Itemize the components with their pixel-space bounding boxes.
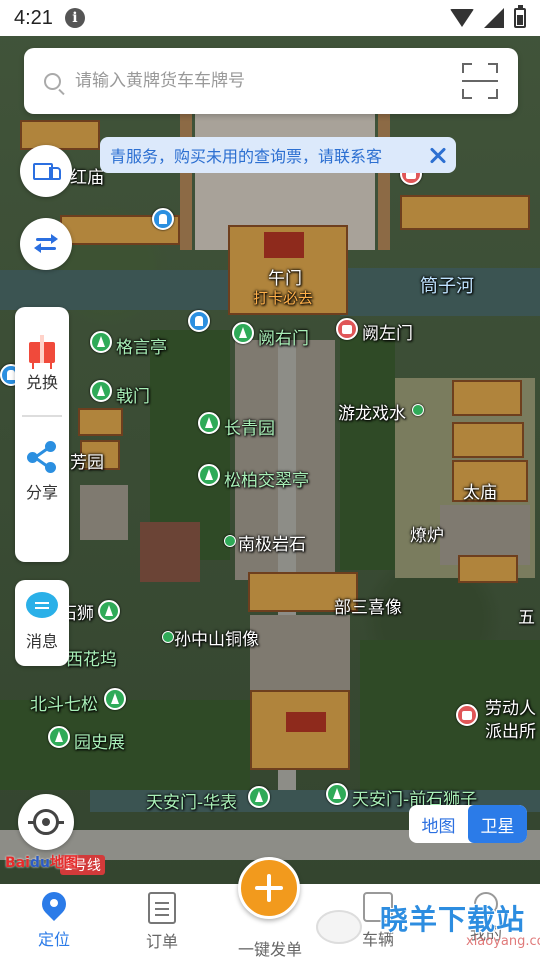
nav-label: 一键发单 [237,940,302,959]
map-label-daka[interactable]: 打卡必去 [253,287,313,308]
nav-label: 订单 [145,932,178,951]
satellite-mode-button[interactable]: 卫星 [468,805,527,843]
swap-icon [34,233,58,255]
gift-icon [27,333,57,363]
notice-text: 青服务，购买未用的查询票，请联系客 [110,147,383,166]
dispatch-button[interactable] [238,857,300,919]
map-label-changqingyuan[interactable]: 长青园 [224,414,275,439]
map-label-wumen[interactable]: 午门 [268,264,302,289]
document-icon [148,892,176,924]
scan-icon[interactable] [462,63,498,99]
map-label-queyoumen[interactable]: 阙右门 [258,324,309,349]
police-icon[interactable] [456,704,478,726]
plate-search-input[interactable] [75,71,462,91]
close-icon[interactable] [420,137,456,173]
locate-icon [28,809,64,835]
messages-label: 消息 [25,632,58,651]
tree-icon[interactable] [90,380,112,402]
map-label-yuanshizhan[interactable]: 园史展 [74,728,125,753]
poi-dot-icon[interactable] [162,631,174,643]
map-label-tiananmen-huabiao[interactable]: 天安门-华表 [146,788,237,813]
exchange-button[interactable]: 兑换 [26,333,58,393]
tree-icon[interactable] [98,600,120,622]
notice-banner[interactable]: 青服务，购买未用的查询票，请联系客 [100,137,456,173]
divider [22,415,62,417]
route-swap-button[interactable] [20,218,72,270]
location-pin-icon [41,892,67,922]
map-label-songbai[interactable]: 松柏交翠亭 [224,466,309,491]
map-label-hongmiao[interactable]: 红庙 [70,163,104,188]
toilet-icon[interactable] [188,310,210,332]
locate-button[interactable] [18,794,74,850]
tree-icon[interactable] [232,322,254,344]
tree-icon[interactable] [326,783,348,805]
poi-dot-icon[interactable] [224,535,236,547]
sheep-logo-icon [316,910,362,944]
tree-icon[interactable] [48,726,70,748]
share-button[interactable]: 分享 [26,441,58,503]
battery-icon [514,5,526,28]
search-icon [44,72,61,90]
satellite-map[interactable]: 午门 打卡必去 筒子河 格言亭 阙右门 阙左门 戟门 游龙戏水 长青园 芳园 松… [0,0,540,884]
map-label-jimen[interactable]: 戟门 [116,382,150,407]
map-label-beidouqisong[interactable]: 北斗七松 [30,690,98,715]
watermark: 晓羊下载站 xiaoyang.com [316,898,540,958]
truck-button[interactable] [20,145,72,197]
info-icon: i [64,8,85,28]
status-time: 4:21 [14,6,53,29]
map-label-liaolu[interactable]: 燎炉 [410,521,444,546]
exchange-label: 兑换 [25,373,58,392]
map-label-geyanting[interactable]: 格言亭 [116,333,167,358]
map-label-quezuomen[interactable]: 阙左门 [362,319,413,344]
signal-icon [484,8,504,28]
toilet-icon[interactable] [152,208,174,230]
watermark-sub: xiaoyang.com [466,934,540,949]
map-mode-button[interactable]: 地图 [409,805,468,843]
tree-icon[interactable] [412,404,424,416]
map-label-tongzihe[interactable]: 筒子河 [420,272,474,298]
map-type-toggle: 地图 卫星 [409,805,527,843]
nav-label: 定位 [37,930,70,949]
chat-icon [26,592,58,622]
map-label-paichusuo[interactable]: 派出所 [485,717,536,742]
tree-icon[interactable] [198,464,220,486]
map-label-bushanxixiang[interactable]: 部三喜像 [334,593,402,618]
map-label-nanjiyanshi[interactable]: 南极岩石 [238,530,306,555]
messages-button[interactable]: 消息 [15,580,69,666]
nav-locate[interactable]: 定位 [0,884,108,960]
truck-icon [33,163,61,180]
wifi-icon [450,9,474,27]
tree-icon[interactable] [198,412,220,434]
side-panel: 兑换 分享 [15,307,69,562]
landmark-icon[interactable] [336,318,358,340]
tree-icon[interactable] [90,331,112,353]
map-label-fangyuan[interactable]: 芳园 [70,448,104,473]
baidu-logo: Baidu地图 [5,855,78,871]
search-bar[interactable] [24,48,518,114]
share-label: 分享 [25,483,58,502]
nav-orders[interactable]: 订单 [108,884,216,960]
plus-icon [255,874,283,902]
status-bar: 4:21 i [0,0,540,36]
tree-icon[interactable] [248,786,270,808]
map-label-laodongren[interactable]: 劳动人 [485,694,536,719]
map-label-wu[interactable]: 五 [518,603,535,628]
share-icon [26,441,58,473]
map-label-taimiao[interactable]: 太庙 [463,478,497,503]
map-label-youlongxishui[interactable]: 游龙戏水 [338,399,406,424]
tree-icon[interactable] [104,688,126,710]
map-label-huashan[interactable]: 西花坞 [66,645,117,670]
map-label-sunzhongshan[interactable]: 孙中山铜像 [174,625,259,650]
watermark-text: 晓羊下载站 [380,903,526,936]
